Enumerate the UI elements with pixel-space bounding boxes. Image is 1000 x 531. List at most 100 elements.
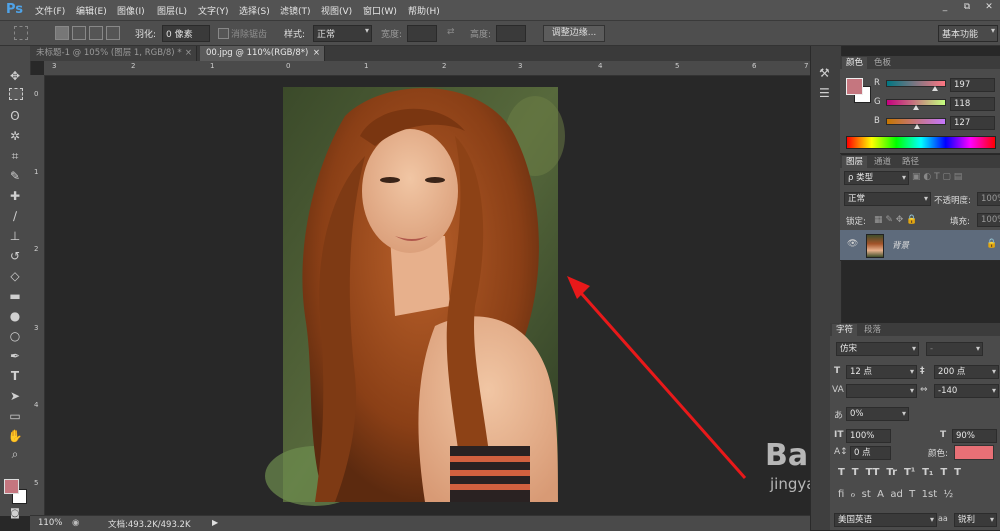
style-select[interactable]: 正常 (317, 27, 335, 40)
menu-select[interactable]: 选择(S) (239, 4, 270, 17)
layer-filter-select[interactable]: ρ 类型 (844, 171, 909, 185)
intersect-selection-icon[interactable] (106, 26, 120, 40)
menu-type[interactable]: 文字(Y) (198, 4, 229, 17)
add-selection-icon[interactable] (72, 26, 86, 40)
tab-swatches[interactable]: 色板 (870, 57, 895, 69)
lock-icons[interactable]: ▦ ✎ ✥ 🔒 (874, 215, 917, 225)
language-select[interactable]: 美国英语 (834, 513, 937, 527)
eyedropper-icon[interactable]: ✎ (5, 168, 25, 184)
healing-brush-icon[interactable]: ✚ (5, 188, 25, 204)
menu-help[interactable]: 帮助(H) (408, 4, 440, 17)
quick-mask-icon[interactable]: ◙ (5, 506, 25, 522)
crop-tool-icon[interactable]: ⌗ (5, 148, 25, 164)
filter-icons[interactable]: ▣ ◐ T ▢ ▤ (912, 172, 962, 182)
text-color-swatch[interactable] (954, 445, 994, 460)
menu-edit[interactable]: 编辑(E) (76, 4, 107, 17)
layer-name[interactable]: 背景 (892, 239, 909, 251)
vertical-scale-input[interactable]: 100% (846, 429, 891, 443)
horizontal-scale-input[interactable]: 90% (952, 429, 997, 443)
menu-file[interactable]: 文件(F) (35, 4, 65, 17)
brush-preset-icon[interactable]: ⚒ (819, 66, 830, 80)
dodge-tool-icon[interactable]: ○ (5, 328, 25, 344)
feather-input[interactable]: 0 像素 (166, 27, 193, 40)
foreground-color-swatch[interactable] (4, 479, 19, 494)
minimize-icon[interactable]: _ (934, 0, 956, 14)
g-value-input[interactable]: 118 (950, 97, 995, 111)
canvas-area[interactable]: Bai🐾经验 jingyan.baidu.com (45, 76, 908, 515)
clone-stamp-icon[interactable]: ⊥ (5, 228, 25, 244)
tsume-input[interactable]: 0% (846, 407, 909, 421)
pen-tool-icon[interactable]: ✒ (5, 348, 25, 364)
tab-channels[interactable]: 通道 (870, 156, 895, 168)
move-tool-icon[interactable]: ✥ (5, 68, 25, 84)
marquee-tool-icon[interactable] (9, 88, 23, 100)
restore-icon[interactable]: ⧉ (956, 0, 978, 14)
tab-paths[interactable]: 路径 (898, 156, 923, 168)
leading-input[interactable]: 200 点 (934, 365, 999, 379)
brush-tool-icon[interactable]: ∕ (5, 208, 25, 224)
r-value-input[interactable]: 197 (950, 78, 995, 92)
tab-untitled[interactable]: 未标题-1 @ 105% (图层 1, RGB/8) * × (30, 46, 197, 61)
panel-foreground-swatch[interactable] (846, 78, 863, 95)
antialias-checkbox[interactable] (218, 28, 229, 39)
status-icon[interactable]: ◉ (72, 518, 79, 528)
new-selection-icon[interactable] (55, 26, 69, 40)
opacity-input[interactable]: 100% (977, 192, 1000, 206)
tab-00-jpg[interactable]: 00.jpg @ 110%(RGB/8*) × (200, 46, 325, 61)
gradient-tool-icon[interactable]: ▬ (5, 288, 25, 304)
color-spectrum-ramp[interactable] (846, 136, 996, 149)
subtract-selection-icon[interactable] (89, 26, 103, 40)
font-family-select[interactable]: 仿宋 (836, 342, 919, 356)
tab-close-icon[interactable]: × (185, 46, 192, 61)
tab-paragraph[interactable]: 段落 (860, 324, 885, 336)
menu-image[interactable]: 图像(I) (117, 4, 145, 17)
menu-layer[interactable]: 图层(L) (157, 4, 187, 17)
blend-mode-select[interactable]: 正常 (844, 192, 931, 206)
opentype-buttons[interactable]: fi ℴ st A ad T 1st ½ (838, 489, 953, 500)
menu-window[interactable]: 窗口(W) (363, 4, 397, 17)
b-value-input[interactable]: 127 (950, 116, 995, 130)
zoom-tool-icon[interactable]: ⌕ (5, 446, 25, 462)
menu-view[interactable]: 视图(V) (321, 4, 352, 17)
path-select-icon[interactable]: ➤ (5, 388, 25, 404)
font-style-select[interactable]: - (926, 342, 983, 356)
layer-row-background[interactable]: 👁 背景 🔒 (840, 230, 1000, 260)
width-label: 宽度: (381, 30, 403, 40)
close-icon[interactable]: ✕ (978, 0, 1000, 14)
menu-filter[interactable]: 滤镜(T) (280, 4, 311, 17)
history-brush-icon[interactable]: ↺ (5, 248, 25, 264)
b-slider-thumb[interactable] (914, 124, 920, 129)
visibility-eye-icon[interactable]: 👁 (847, 239, 858, 249)
refine-edge-button[interactable]: 调整边缘... (543, 25, 605, 42)
shape-tool-icon[interactable]: ▭ (5, 408, 25, 424)
swap-icon[interactable]: ⇄ (447, 27, 455, 37)
eraser-tool-icon[interactable]: ◇ (5, 268, 25, 284)
type-tool-icon[interactable]: T (5, 368, 25, 384)
kerning-input[interactable] (846, 384, 917, 398)
marquee-preset-icon[interactable] (14, 26, 28, 40)
fill-input[interactable]: 100% (977, 213, 1000, 227)
tab-label: 00.jpg @ 110%(RGB/8*) (206, 48, 309, 58)
workspace-select[interactable]: 基本功能 (942, 27, 978, 40)
tab-layers[interactable]: 图层 (842, 156, 868, 168)
tab-color[interactable]: 颜色 (842, 57, 868, 69)
r-slider-thumb[interactable] (932, 86, 938, 91)
zoom-level[interactable]: 110% (38, 518, 62, 528)
baseline-input[interactable]: 0 点 (850, 446, 891, 460)
tracking-input[interactable]: -140 (934, 384, 999, 398)
antialias-select[interactable]: 锐利 (954, 513, 997, 527)
font-size-input[interactable]: 12 点 (846, 365, 917, 379)
tab-close-icon[interactable]: × (313, 46, 320, 61)
width-input[interactable] (407, 25, 437, 42)
lasso-tool-icon[interactable]: ʘ (5, 108, 25, 124)
hand-tool-icon[interactable]: ✋ (5, 428, 25, 444)
status-menu-arrow-icon[interactable]: ▶ (212, 518, 218, 527)
adjust-icon[interactable]: ☰ (819, 86, 830, 100)
g-slider-thumb[interactable] (913, 105, 919, 110)
text-style-buttons[interactable]: T T TT Tr T¹ T₁ T T (838, 467, 961, 478)
tab-character[interactable]: 字符 (832, 324, 858, 336)
height-input[interactable] (496, 25, 526, 42)
blur-tool-icon[interactable]: ● (5, 308, 25, 324)
ruler-label: 0 (34, 90, 39, 98)
magic-wand-icon[interactable]: ✲ (5, 128, 25, 144)
